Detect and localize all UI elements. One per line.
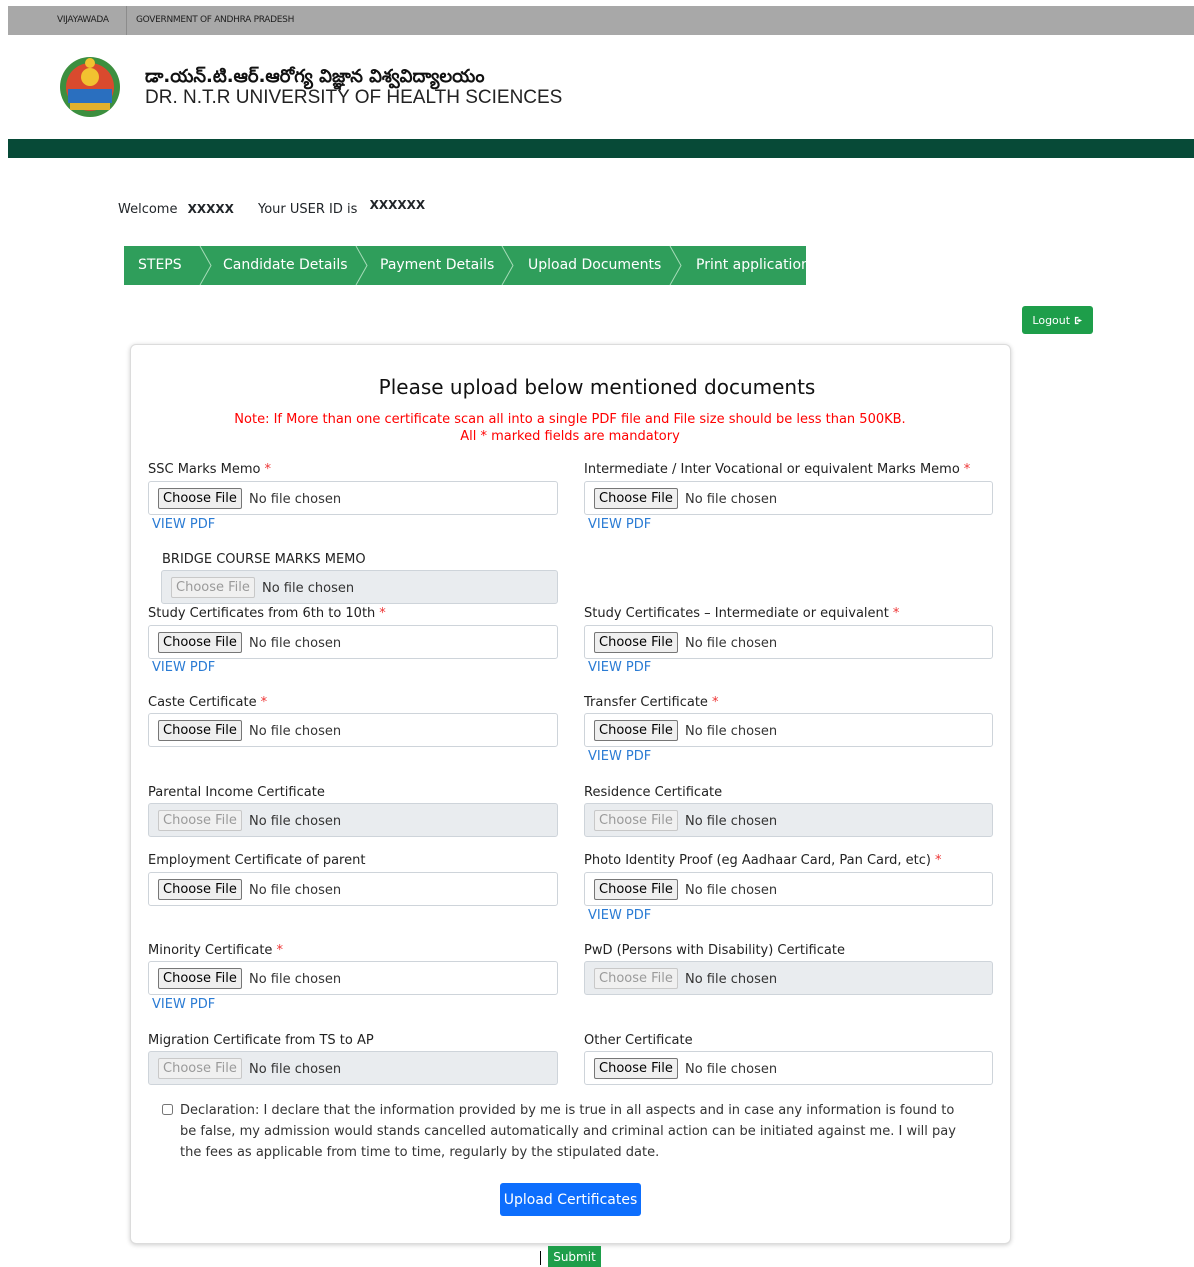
choose-file-button[interactable]: Choose File (594, 1058, 678, 1079)
submit-button[interactable]: Submit (548, 1246, 601, 1267)
declaration-text: Declaration: I declare that the informat… (180, 1103, 956, 1160)
pwd-certificate-file-input: Choose File No file chosen (584, 961, 993, 995)
user-id: XXXXXX (369, 198, 426, 212)
city-label: VIJAYAWADA (57, 15, 109, 25)
declaration-checkbox[interactable] (162, 1104, 173, 1115)
chevron-right-icon (669, 246, 682, 285)
university-title-english: DR. N.T.R UNIVERSITY OF HEALTH SCIENCES (145, 87, 563, 108)
intermediate-memo-file-input[interactable]: Choose File No file chosen (584, 481, 993, 515)
choose-file-button[interactable]: Choose File (158, 720, 242, 741)
choose-file-button[interactable]: Choose File (158, 968, 242, 989)
study-6-10-file-input[interactable]: Choose File No file chosen (148, 625, 558, 659)
view-pdf-link[interactable]: VIEW PDF (588, 517, 651, 532)
choose-file-button: Choose File (594, 810, 678, 831)
note-mandatory: All * marked fields are mandatory (460, 429, 680, 444)
header-band (8, 139, 1194, 158)
view-pdf-link[interactable]: VIEW PDF (152, 660, 215, 675)
user-name: XXXXX (187, 202, 234, 216)
step-print-application[interactable]: Print application (696, 257, 810, 273)
minority-certificate-label: Minority Certificate * (148, 943, 283, 958)
steps-breadcrumb: STEPS Candidate Details Payment Details … (124, 246, 810, 285)
study-6-10-label: Study Certificates from 6th to 10th * (148, 606, 386, 621)
other-certificate-file-input[interactable]: Choose File No file chosen (584, 1051, 993, 1085)
residence-certificate-label: Residence Certificate (584, 785, 723, 800)
photo-id-file-input[interactable]: Choose File No file chosen (584, 872, 993, 906)
declaration: Declaration: I declare that the informat… (162, 1100, 972, 1163)
minority-certificate-file-input[interactable]: Choose File No file chosen (148, 961, 558, 995)
photo-id-label: Photo Identity Proof (eg Aadhaar Card, P… (584, 853, 942, 868)
step-upload-documents[interactable]: Upload Documents (528, 257, 661, 273)
employment-certificate-file-input[interactable]: Choose File No file chosen (148, 872, 558, 906)
bridge-course-file-input: Choose File No file chosen (161, 570, 558, 604)
parental-income-label: Parental Income Certificate (148, 785, 325, 800)
note-file-size: Note: If More than one certificate scan … (234, 412, 906, 427)
transfer-certificate-file-input[interactable]: Choose File No file chosen (584, 713, 993, 747)
pwd-certificate-label: PwD (Persons with Disability) Certificat… (584, 943, 845, 958)
bridge-course-label: BRIDGE COURSE MARKS MEMO (162, 552, 366, 567)
text-cursor (540, 1251, 541, 1265)
employment-certificate-label: Employment Certificate of parent (148, 853, 366, 868)
ssc-memo-file-input[interactable]: Choose File No file chosen (148, 481, 558, 515)
university-logo (60, 57, 120, 117)
view-pdf-link[interactable]: VIEW PDF (588, 749, 651, 764)
logout-label: Logout (1032, 313, 1071, 327)
sign-out-icon (1074, 316, 1082, 324)
view-pdf-link[interactable]: VIEW PDF (588, 660, 651, 675)
choose-file-button[interactable]: Choose File (158, 488, 242, 509)
choose-file-button[interactable]: Choose File (594, 632, 678, 653)
migration-certificate-file-input: Choose File No file chosen (148, 1051, 558, 1085)
view-pdf-link[interactable]: VIEW PDF (588, 908, 651, 923)
step-candidate-details[interactable]: Candidate Details (223, 257, 348, 273)
transfer-certificate-label: Transfer Certificate * (584, 695, 719, 710)
choose-file-button: Choose File (171, 577, 255, 598)
page-title: Please upload below mentioned documents (378, 375, 816, 399)
residence-certificate-file-input: Choose File No file chosen (584, 803, 993, 837)
upload-certificates-button[interactable]: Upload Certificates (500, 1183, 641, 1216)
logout-button[interactable]: Logout (1022, 306, 1093, 334)
parental-income-file-input: Choose File No file chosen (148, 803, 558, 837)
choose-file-button[interactable]: Choose File (158, 879, 242, 900)
choose-file-button: Choose File (158, 1058, 242, 1079)
step-payment-details[interactable]: Payment Details (380, 257, 494, 273)
step-label: STEPS (138, 257, 182, 273)
top-bar: VIJAYAWADA GOVERNMENT OF ANDHRA PRADESH (8, 6, 1194, 35)
welcome-label: Welcome (118, 202, 178, 217)
government-label: GOVERNMENT OF ANDHRA PRADESH (136, 15, 295, 25)
choose-file-button: Choose File (158, 810, 242, 831)
study-intermediate-file-input[interactable]: Choose File No file chosen (584, 625, 993, 659)
view-pdf-link[interactable]: VIEW PDF (152, 997, 215, 1012)
userid-label: Your USER ID is (258, 202, 358, 217)
caste-certificate-file-input[interactable]: Choose File No file chosen (148, 713, 558, 747)
intermediate-memo-label: Intermediate / Inter Vocational or equiv… (584, 462, 971, 477)
choose-file-button[interactable]: Choose File (158, 632, 242, 653)
choose-file-button[interactable]: Choose File (594, 488, 678, 509)
welcome-line: Welcome XXXXX Your USER ID is XXXXXX (118, 198, 425, 217)
migration-certificate-label: Migration Certificate from TS to AP (148, 1033, 374, 1048)
other-certificate-label: Other Certificate (584, 1033, 693, 1048)
view-pdf-link[interactable]: VIEW PDF (152, 517, 215, 532)
chevron-right-icon (199, 246, 212, 285)
study-intermediate-label: Study Certificates – Intermediate or equ… (584, 606, 900, 621)
ssc-memo-label: SSC Marks Memo * (148, 462, 272, 477)
caste-certificate-label: Caste Certificate * (148, 695, 268, 710)
chevron-right-icon (355, 246, 368, 285)
choose-file-button: Choose File (594, 968, 678, 989)
top-bar-divider (126, 6, 127, 35)
choose-file-button[interactable]: Choose File (594, 879, 678, 900)
chevron-right-icon (501, 246, 514, 285)
choose-file-button[interactable]: Choose File (594, 720, 678, 741)
site-header: డా.యన్.టి.ఆర్.ఆరోగ్య విజ్ఞాన విశ్వవిద్యా… (8, 35, 1194, 139)
